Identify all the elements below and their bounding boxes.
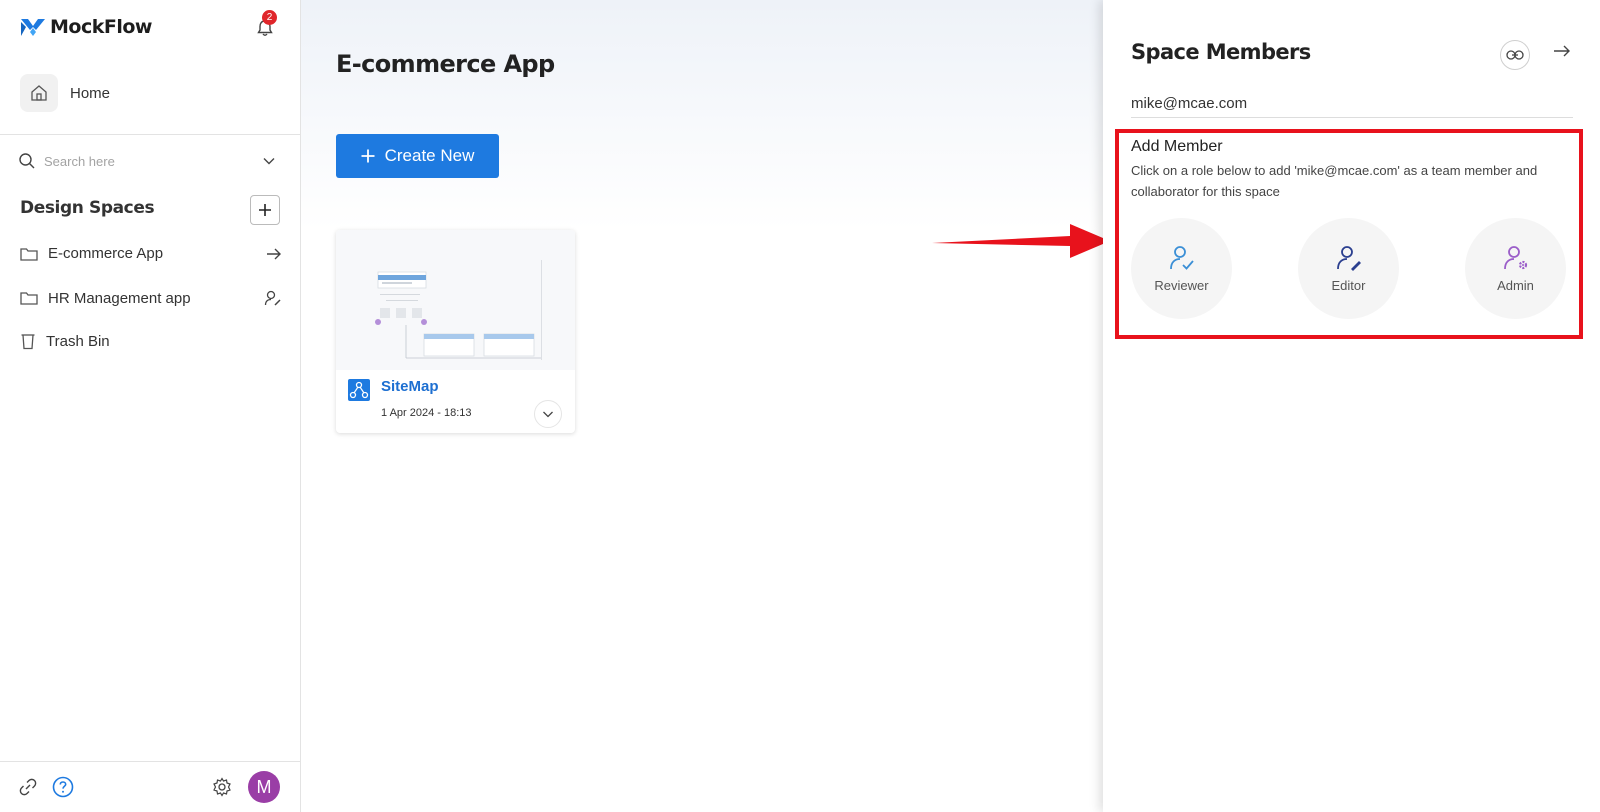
sidebar: MockFlow 2 Home Design Spaces xyxy=(0,0,301,812)
space-members-panel: Space Members Add Member Click on a role… xyxy=(1103,0,1600,812)
trash-icon xyxy=(21,334,35,350)
project-card[interactable]: SiteMap 1 Apr 2024 - 18:13 xyxy=(336,230,575,433)
main-content: E-commerce App Create New SiteMap 1 Apr … xyxy=(301,0,1103,812)
search-input[interactable] xyxy=(44,153,254,169)
link-icon[interactable] xyxy=(18,777,38,797)
search-icon xyxy=(19,153,35,169)
sidebar-item-label: Trash Bin xyxy=(46,332,110,350)
user-edit-icon[interactable] xyxy=(264,289,282,307)
panel-title: Space Members xyxy=(1131,40,1311,64)
card-date: 1 Apr 2024 - 18:13 xyxy=(381,407,472,419)
copy-link-button[interactable] xyxy=(1500,40,1530,70)
annotation-arrow-icon xyxy=(932,224,1110,258)
home-label: Home xyxy=(70,84,111,102)
sidebar-divider xyxy=(0,134,301,135)
home-icon xyxy=(20,74,58,112)
sitemap-icon xyxy=(348,379,370,401)
gear-icon[interactable] xyxy=(212,777,232,797)
role-admin-button[interactable]: Admin xyxy=(1465,218,1566,319)
chevron-down-icon xyxy=(543,411,553,418)
search-bar[interactable] xyxy=(18,152,276,170)
sidebar-item-hr-management[interactable]: HR Management app xyxy=(20,289,282,307)
sidebar-item-label: E-commerce App xyxy=(48,245,164,262)
card-options-button[interactable] xyxy=(534,400,562,428)
create-new-button[interactable]: Create New xyxy=(336,134,499,178)
member-email-field[interactable] xyxy=(1131,90,1573,118)
role-editor-button[interactable]: Editor xyxy=(1298,218,1399,319)
editor-icon xyxy=(1336,246,1361,271)
add-member-heading: Add Member xyxy=(1131,138,1223,155)
close-panel-arrow-icon[interactable] xyxy=(1553,44,1571,58)
folder-icon xyxy=(20,247,38,261)
notification-badge: 2 xyxy=(262,10,277,25)
create-new-label: Create New xyxy=(384,146,475,165)
reviewer-icon xyxy=(1169,246,1194,270)
sidebar-item-home[interactable]: Home xyxy=(20,74,110,112)
card-title[interactable]: SiteMap xyxy=(381,378,439,395)
sidebar-item-ecommerce-app[interactable]: E-commerce App xyxy=(20,245,282,262)
design-spaces-heading: Design Spaces xyxy=(20,198,155,218)
plus-icon xyxy=(361,149,375,163)
role-label: Editor xyxy=(1331,278,1366,293)
avatar[interactable]: M xyxy=(248,771,280,803)
link-icon xyxy=(1506,50,1524,60)
sidebar-item-trash-bin[interactable]: Trash Bin xyxy=(20,332,282,350)
role-label: Admin xyxy=(1497,278,1534,293)
plus-icon xyxy=(259,204,271,216)
add-member-description: Click on a role below to add 'mike@mcae.… xyxy=(1131,163,1538,199)
sidebar-item-label: HR Management app xyxy=(48,289,191,307)
folder-icon xyxy=(20,292,38,305)
add-space-button[interactable] xyxy=(250,195,280,225)
chevron-down-icon[interactable] xyxy=(262,154,276,168)
brand-name: MockFlow xyxy=(50,16,152,38)
page-title: E-commerce App xyxy=(336,50,555,78)
help-icon[interactable] xyxy=(52,776,74,798)
sitemap-thumbnail xyxy=(336,230,575,370)
mockflow-logo-icon xyxy=(21,19,45,36)
role-label: Reviewer xyxy=(1154,278,1209,293)
role-reviewer-button[interactable]: Reviewer xyxy=(1131,218,1232,319)
admin-icon xyxy=(1503,246,1527,270)
sidebar-footer: M xyxy=(0,761,301,812)
arrow-right-icon[interactable] xyxy=(266,247,282,261)
brand-logo[interactable]: MockFlow xyxy=(20,16,152,38)
